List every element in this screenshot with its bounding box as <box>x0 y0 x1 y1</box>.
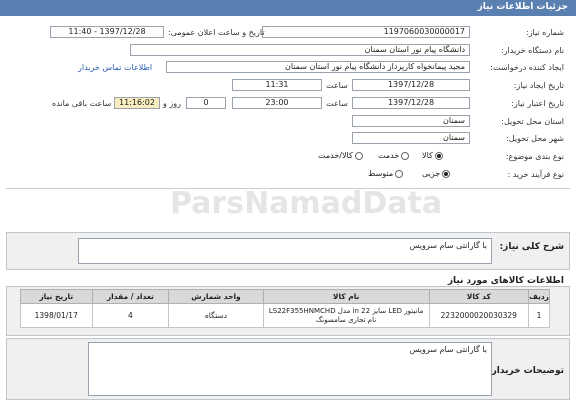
creator-label: ایجاد کننده درخواست: <box>490 63 564 72</box>
col-unit: واحد شمارش <box>168 289 264 304</box>
day-and-label: روز و <box>163 99 181 108</box>
cell-row: 1 <box>528 303 550 328</box>
items-table: ردیف کد کالا نام کالا واحد شمارش تعداد /… <box>20 289 550 328</box>
cell-unit: دستگاه <box>168 303 264 328</box>
remaining-label: ساعت باقی مانده <box>52 99 112 108</box>
page-title: جزئیات اطلاعات نیاز <box>477 2 568 12</box>
buyer-notes-label: توضیحات خریدار: <box>488 366 564 376</box>
cell-date: 1398/01/17 <box>20 303 93 328</box>
col-date: تاریخ نیاز <box>20 289 93 304</box>
created-hour-label: ساعت <box>326 81 348 90</box>
col-qty: تعداد / مقدار <box>91 289 170 304</box>
watermark: ParsNamadData <box>170 186 443 221</box>
category-radio-both[interactable]: کالا/خدمت <box>318 151 363 160</box>
buyer-notes-field[interactable]: با گارانتی سام سرویس <box>88 342 492 396</box>
col-row: ردیف <box>528 289 550 304</box>
radio-selected-icon <box>442 169 451 178</box>
col-code: کد کالا <box>428 289 530 304</box>
cell-qty: 4 <box>91 303 170 328</box>
buyer-label: نام دستگاه خریدار: <box>501 46 564 55</box>
validity-label: تاریخ اعتبار نیاز: <box>511 99 564 108</box>
validity-date-field[interactable]: 1397/12/28 <box>352 97 470 109</box>
created-date-label: تاریخ ایجاد نیاز: <box>513 81 564 90</box>
city-field[interactable]: سمنان <box>352 132 470 144</box>
radio-empty-icon <box>395 169 404 178</box>
validity-hour-label: ساعت <box>326 99 348 108</box>
table-header-row: ردیف کد کالا نام کالا واحد شمارش تعداد /… <box>20 289 550 304</box>
category-radio-service[interactable]: خدمت <box>378 151 410 160</box>
page-header: جزئیات اطلاعات نیاز <box>0 0 576 16</box>
radio-empty-icon <box>354 151 363 160</box>
category-radio-goods[interactable]: کالا <box>422 151 443 160</box>
summary-field[interactable]: با گارانتی سام سرویس <box>78 238 492 264</box>
announce-label: تاریخ و ساعت اعلان عمومی: <box>168 28 265 37</box>
radio-selected-icon <box>434 151 443 160</box>
process-radio-medium[interactable]: متوسط <box>368 169 404 178</box>
process-radio-minor[interactable]: جزیی <box>422 169 451 178</box>
province-label: استان محل تحویل: <box>501 117 564 126</box>
created-date-field[interactable]: 1397/12/28 <box>352 79 470 91</box>
province-field[interactable]: سمنان <box>352 115 470 127</box>
col-name: نام کالا <box>262 289 430 304</box>
items-title: اطلاعات کالاهای مورد نیاز <box>447 276 564 286</box>
need-number-label: شماره نیاز: <box>526 28 564 37</box>
summary-label: شرح کلی نیاز: <box>499 242 564 252</box>
created-time-field[interactable]: 11:31 <box>232 79 322 91</box>
buyer-contact-link[interactable]: اطلاعات تماس خریدار <box>78 63 152 72</box>
radio-empty-icon <box>401 151 410 160</box>
validity-time-field[interactable]: 23:00 <box>232 97 322 109</box>
cell-code: 2232000020030329 <box>428 303 530 328</box>
days-field[interactable]: 0 <box>186 97 226 109</box>
need-number-field[interactable]: 1197060030000017 <box>262 26 470 38</box>
creator-field[interactable]: مجید پیمانخواه کارپرداز دانشگاه پیام نور… <box>166 61 470 73</box>
process-label: نوع فرآیند خرید : <box>507 170 564 179</box>
city-label: شهر محل تحویل: <box>506 134 564 143</box>
buyer-field[interactable]: دانشگاه پیام نور استان سمنان <box>130 44 470 56</box>
remaining-time-field: 11:16:02 <box>114 97 160 109</box>
cell-name: مانیتور LED سایز 22 in مدل LS22F355HNMCH… <box>262 303 430 328</box>
announce-field[interactable]: 1397/12/28 - 11:40 <box>50 26 164 38</box>
category-label: نوع بندی موضوع: <box>505 152 564 161</box>
table-row[interactable]: 1 2232000020030329 مانیتور LED سایز 22 i… <box>20 303 550 328</box>
